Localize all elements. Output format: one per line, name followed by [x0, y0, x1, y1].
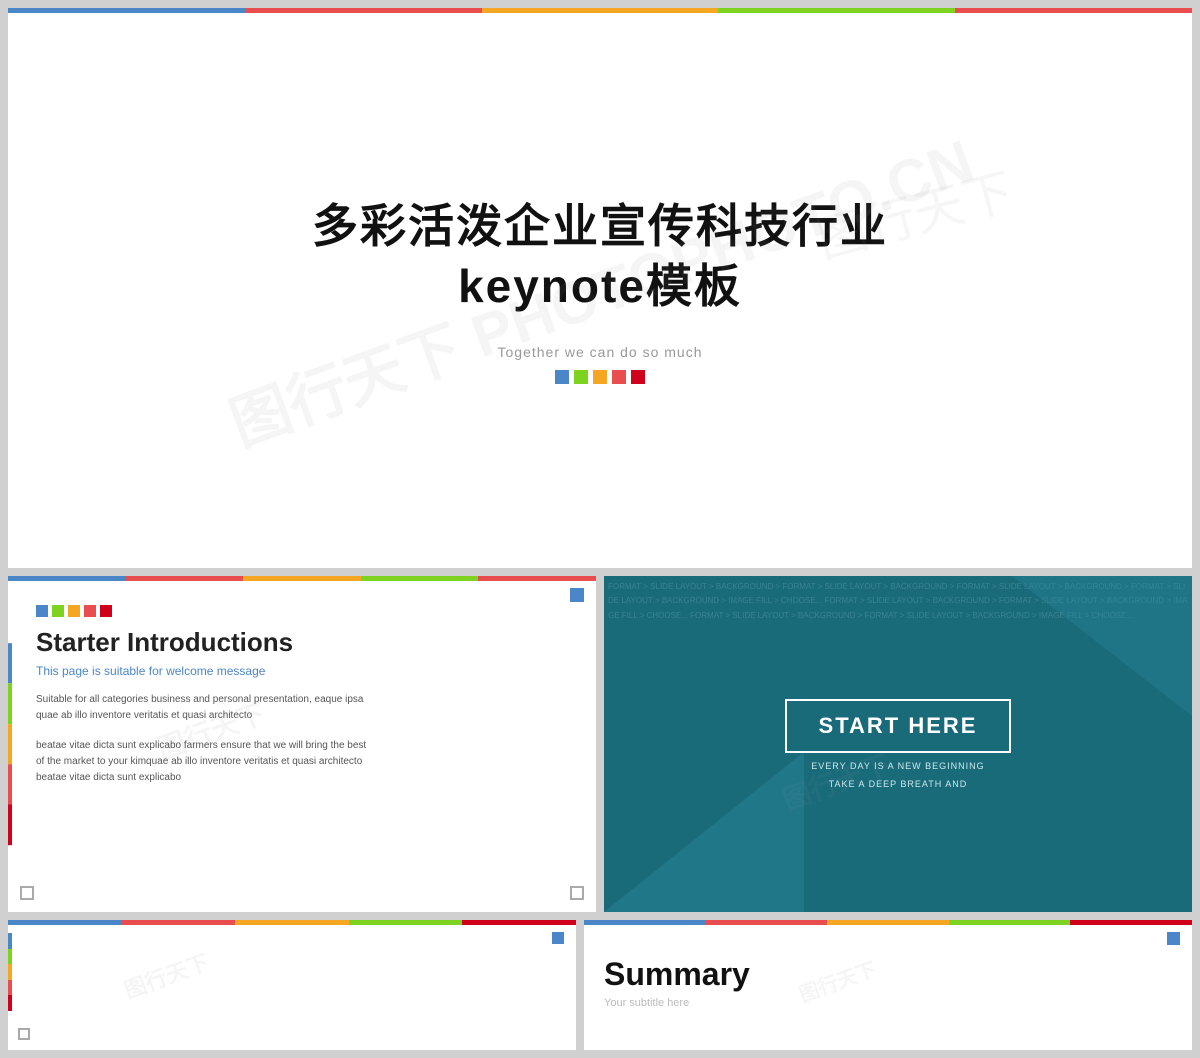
left-accent-bar [8, 643, 12, 845]
third-row: 图行天下 Summary Your subtitle here 图行天下 [8, 920, 1192, 1050]
main-title-zh: 多彩活泼企业宣传科技行业 keynote模板 [312, 197, 888, 317]
accent-orange [8, 724, 12, 764]
intro-corner-icon [570, 588, 584, 602]
dot-pink [631, 370, 645, 384]
dark-triangle-right [1012, 576, 1192, 716]
bar-blue [8, 8, 245, 13]
summary-title: Summary [604, 956, 750, 993]
bar-red [245, 8, 482, 13]
partial-left-bottom [18, 1028, 30, 1040]
pl-bar-orange [235, 920, 349, 925]
bar-orange [482, 8, 719, 13]
intro-body-1: Suitable for all categories business and… [36, 692, 376, 724]
dot-red [612, 370, 626, 384]
intro-icon-row [36, 605, 568, 617]
bar-pink [955, 8, 1192, 13]
intro-bottom-left-icon [20, 886, 34, 900]
sum-bar-orange [827, 920, 949, 925]
start-here-text: START HERE [819, 713, 978, 739]
main-subtitle: Together we can do so much [498, 344, 703, 360]
sum-bar-pink [1070, 920, 1192, 925]
pl-bar-green [349, 920, 463, 925]
pl-bar-pink [462, 920, 576, 925]
sum-bar-red [706, 920, 828, 925]
pl-watermark: 图行天下 [119, 945, 213, 1005]
intro-subtitle: This page is suitable for welcome messag… [36, 664, 568, 678]
dot-orange [593, 370, 607, 384]
bottom-row: Starter Introductions This page is suita… [8, 576, 1192, 912]
pl-bar-red [122, 920, 236, 925]
sq-icon-orange [68, 605, 80, 617]
summary-subtitle: Your subtitle here [604, 997, 689, 1009]
pl-left-accent [8, 933, 12, 1011]
summary-slide: Summary Your subtitle here 图行天下 [584, 920, 1192, 1050]
pl-bar-blue [8, 920, 122, 925]
sq-icon-pink [100, 605, 112, 617]
color-dots-row [555, 370, 645, 384]
partial-left-top-bar [8, 920, 576, 925]
sum-bar-blue [584, 920, 706, 925]
partial-left-slide: 图行天下 [8, 920, 576, 1050]
accent-blue [8, 643, 12, 683]
summary-top-bar [584, 920, 1192, 925]
main-top-bar [8, 8, 1192, 13]
dark-line1: EVERY DAY IS A NEW BEGINNING [811, 761, 984, 771]
summary-watermark: 图行天下 [794, 953, 879, 1008]
partial-left-corner [552, 932, 564, 944]
accent-green [8, 684, 12, 724]
summary-corner-icon [1167, 932, 1180, 945]
intro-title: Starter Introductions [36, 627, 568, 658]
main-title-slide: 多彩活泼企业宣传科技行业 keynote模板 Together we can d… [8, 8, 1192, 568]
page-container: 多彩活泼企业宣传科技行业 keynote模板 Together we can d… [0, 0, 1200, 1058]
main-slide-content: 多彩活泼企业宣传科技行业 keynote模板 Together we can d… [8, 13, 1192, 568]
start-here-box: START HERE [785, 699, 1012, 753]
dark-slide: FORMAT > SLIDE LAYOUT > BACKGROUND > FOR… [604, 576, 1192, 912]
dot-blue [555, 370, 569, 384]
sq-icon-blue [36, 605, 48, 617]
accent-red [8, 764, 12, 804]
sum-bar-green [949, 920, 1071, 925]
bar-green [718, 8, 955, 13]
dark-triangle-left [604, 752, 804, 912]
dark-line2: TAKE A DEEP BREATH AND [829, 779, 968, 789]
intro-content: Starter Introductions This page is suita… [8, 581, 596, 912]
accent-pink [8, 804, 12, 844]
dot-green [574, 370, 588, 384]
intro-bottom-right-icon [570, 886, 584, 900]
intro-body-2: beatae vitae dicta sunt explicabo farmer… [36, 738, 376, 786]
intro-slide: Starter Introductions This page is suita… [8, 576, 596, 912]
sq-icon-red [84, 605, 96, 617]
sq-icon-green [52, 605, 64, 617]
